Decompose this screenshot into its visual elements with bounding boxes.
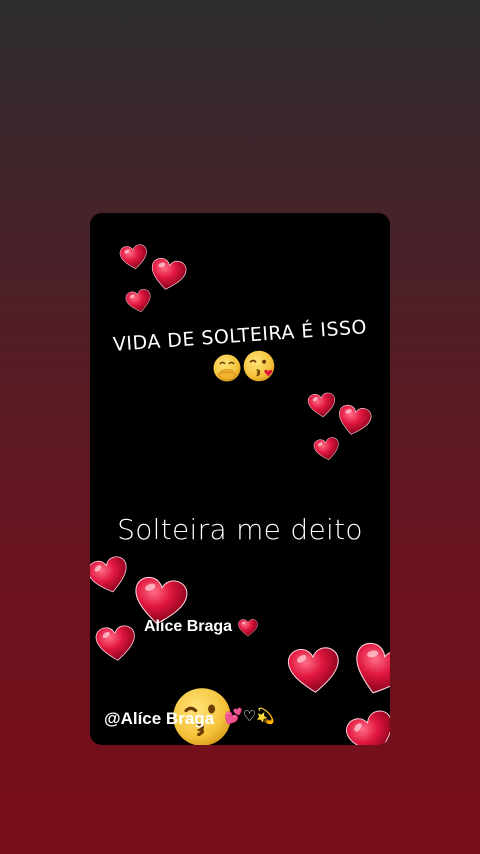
creator-name-label: Alíce Braga [144, 618, 233, 635]
heart-icon [94, 624, 138, 664]
headline-emojis [212, 349, 282, 383]
heart-icon [345, 638, 390, 705]
face-with-hand-over-mouth-icon [212, 353, 242, 383]
heart-icon [342, 706, 390, 745]
video-story-card[interactable]: VIDA DE SOLTEIRA É ISSO Solteira me deit… [90, 213, 390, 745]
red-heart-icon [238, 619, 258, 637]
creator-handle[interactable]: @Alíce Braga [104, 709, 214, 729]
heart-icon [312, 436, 342, 463]
heart-icon [286, 645, 341, 697]
handle-symbols: 💕♡💫 [224, 707, 275, 725]
face-blowing-a-kiss-icon [242, 349, 276, 383]
heart-icon [307, 392, 337, 420]
heart-icon [118, 243, 149, 272]
heart-icon [147, 256, 188, 294]
lyric-caption: Solteira me deito [117, 513, 363, 546]
heart-icon [90, 553, 134, 598]
heart-icon [334, 403, 373, 439]
heart-icon [124, 288, 154, 316]
